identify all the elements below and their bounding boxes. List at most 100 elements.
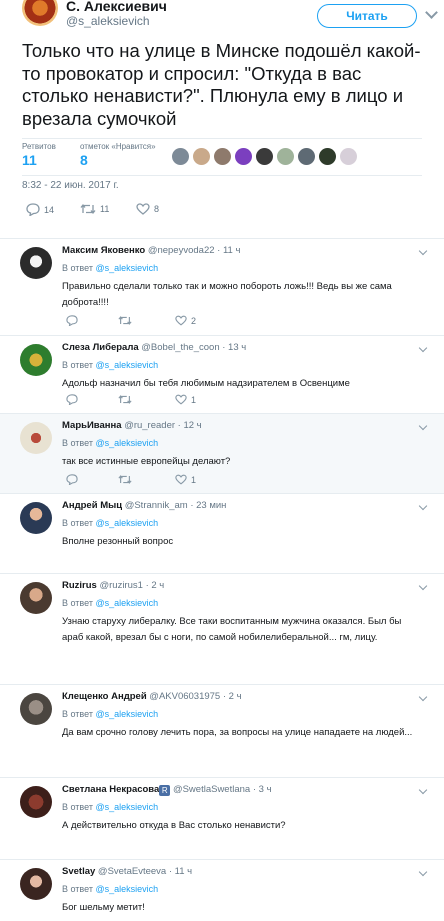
liker-avatar[interactable] [319, 148, 336, 165]
in-reply-handle[interactable]: @s_aleksievich [95, 360, 158, 370]
liker-avatar[interactable] [214, 148, 231, 165]
likes-stat[interactable]: отметок «Нравится» 8 [80, 142, 156, 168]
chevron-down-icon[interactable] [418, 785, 428, 795]
in-reply-handle[interactable]: @s_aleksievich [95, 802, 158, 812]
reply-time[interactable]: · 12 ч [178, 420, 202, 431]
liker-avatar[interactable] [193, 148, 210, 165]
reply-avatar[interactable] [20, 582, 52, 614]
reply-author-name[interactable]: Максим Яковенко [62, 245, 145, 256]
chevron-down-icon[interactable] [418, 581, 428, 591]
reply-author-name[interactable]: Ruzirus [62, 580, 97, 591]
reply-item[interactable]: Максим Яковенко @nepeyvoda22 · 11 ч В от… [0, 239, 444, 336]
chevron-down-icon[interactable] [418, 867, 428, 877]
reply-item[interactable]: Андрей Мыц @Strannik_am · 23 мин В ответ… [0, 494, 444, 574]
chevron-down-icon[interactable] [418, 421, 428, 431]
reply-avatar[interactable] [20, 502, 52, 534]
retweet-icon [118, 395, 132, 404]
in-reply-handle[interactable]: @s_aleksievich [95, 438, 158, 448]
liker-avatar[interactable] [256, 148, 273, 165]
reply-time[interactable]: · 13 ч [222, 342, 246, 353]
tweet-timestamp[interactable]: 8:32 - 22 июн. 2017 г. [22, 180, 119, 191]
reply-author-handle[interactable]: @SwetlaSwetlana [173, 784, 250, 795]
liker-avatar[interactable] [172, 148, 189, 165]
author-handle[interactable]: @s_aleksievich [66, 14, 150, 28]
chevron-down-icon[interactable] [418, 501, 428, 511]
retweet-action[interactable] [118, 394, 132, 405]
retweet-action[interactable] [118, 315, 132, 326]
reply-item[interactable]: Клещенко Андрей @AKV06031975 · 2 ч В отв… [0, 685, 444, 778]
reply-avatar[interactable] [20, 693, 52, 725]
reply-header: Ruzirus @ruzirus1 · 2 ч [62, 580, 164, 591]
in-reply-handle[interactable]: @s_aleksievich [95, 518, 158, 528]
reply-author-handle[interactable]: @AKV06031975 [149, 691, 220, 702]
reply-text: Вполне резонный вопрос [62, 536, 174, 547]
reply-author-handle[interactable]: @SvetaEvteeva [98, 866, 166, 877]
reply-item[interactable]: МарьИванна @ru_reader · 12 ч В ответ @s_… [0, 414, 444, 494]
like-action[interactable]: 1 [175, 394, 196, 405]
liker-avatar[interactable] [235, 148, 252, 165]
reply-header: Максим Яковенко @nepeyvoda22 · 11 ч [62, 245, 240, 256]
reply-avatar[interactable] [20, 344, 52, 376]
follow-button[interactable]: Читать [317, 4, 417, 28]
reply-avatar[interactable] [20, 247, 52, 279]
reply-item[interactable]: Svetlay @SvetaEvteeva · 11 ч В ответ @s_… [0, 860, 444, 921]
like-action[interactable]: 2 [175, 315, 196, 326]
reply-author-handle[interactable]: @ruzirus1 [99, 580, 142, 591]
reply-author-name[interactable]: МарьИванна [62, 420, 122, 431]
in-reply-to: В ответ @s_aleksievich [62, 884, 158, 894]
reply-actions: 1 [62, 474, 242, 486]
retweet-action[interactable]: 11 [80, 203, 109, 215]
like-action[interactable]: 8 [136, 203, 159, 215]
chevron-down-icon[interactable] [418, 343, 428, 353]
reply-avatar[interactable] [20, 786, 52, 818]
reply-avatar[interactable] [20, 422, 52, 454]
reply-author-handle[interactable]: @ru_reader [124, 420, 175, 431]
reply-author-name[interactable]: Светлана Некрасова [62, 784, 159, 795]
in-reply-handle[interactable]: @s_aleksievich [95, 598, 158, 608]
reply-item[interactable]: Ruzirus @ruzirus1 · 2 ч В ответ @s_aleks… [0, 574, 444, 685]
main-tweet: С. Алексиевич @s_aleksievich Читать Толь… [0, 0, 444, 238]
like-icon [175, 315, 187, 326]
reply-time[interactable]: · 11 ч [217, 245, 240, 256]
in-reply-handle[interactable]: @s_aleksievich [95, 263, 158, 273]
in-reply-handle[interactable]: @s_aleksievich [95, 709, 158, 719]
reply-time[interactable]: · 23 мин [190, 500, 226, 511]
in-reply-label: В ответ [62, 884, 93, 894]
reply-author-name[interactable]: Клещенко Андрей [62, 691, 147, 702]
in-reply-to: В ответ @s_aleksievich [62, 598, 158, 608]
reply-avatar[interactable] [20, 868, 52, 900]
reply-time[interactable]: · 3 ч [253, 784, 272, 795]
reply-author-handle[interactable]: @Bobel_the_coon [141, 342, 219, 353]
retweets-count: 11 [22, 152, 37, 168]
reply-action[interactable] [66, 315, 78, 326]
reply-item[interactable]: Светлана Некрасова R @SwetlaSwetlana · 3 … [0, 778, 444, 860]
reply-author-handle[interactable]: @nepeyvoda22 [148, 245, 215, 256]
replies-list: Максим Яковенко @nepeyvoda22 · 11 ч В от… [0, 238, 444, 921]
reply-action[interactable] [66, 394, 78, 405]
reply-author-name[interactable]: Андрей Мыц [62, 500, 122, 511]
reply-author-handle[interactable]: @Strannik_am [125, 500, 188, 511]
reply-actions: 2 [62, 315, 242, 327]
chevron-down-icon[interactable] [418, 692, 428, 702]
reply-author-name[interactable]: Svetlay [62, 866, 95, 877]
liker-avatar[interactable] [340, 148, 357, 165]
chevron-down-icon[interactable] [418, 246, 428, 256]
liker-avatar[interactable] [298, 148, 315, 165]
retweet-action[interactable] [118, 474, 132, 485]
reply-icon [26, 203, 40, 216]
in-reply-handle[interactable]: @s_aleksievich [95, 884, 158, 894]
reply-time[interactable]: · 2 ч [146, 580, 165, 591]
chevron-down-icon[interactable] [425, 6, 438, 19]
author-name[interactable]: С. Алексиевич [66, 0, 167, 14]
retweets-stat[interactable]: Ретвитов 11 [22, 142, 56, 168]
reply-time[interactable]: · 11 ч [169, 866, 192, 877]
liker-avatar[interactable] [277, 148, 294, 165]
like-action[interactable]: 1 [175, 474, 196, 485]
author-avatar[interactable] [22, 0, 58, 26]
reply-action[interactable]: 14 [26, 203, 54, 216]
reply-item[interactable]: Слеза Либерала @Bobel_the_coon · 13 ч В … [0, 336, 444, 414]
reply-author-name[interactable]: Слеза Либерала [62, 342, 139, 353]
reply-action[interactable] [66, 474, 78, 485]
in-reply-to: В ответ @s_aleksievich [62, 802, 158, 812]
reply-time[interactable]: · 2 ч [223, 691, 242, 702]
